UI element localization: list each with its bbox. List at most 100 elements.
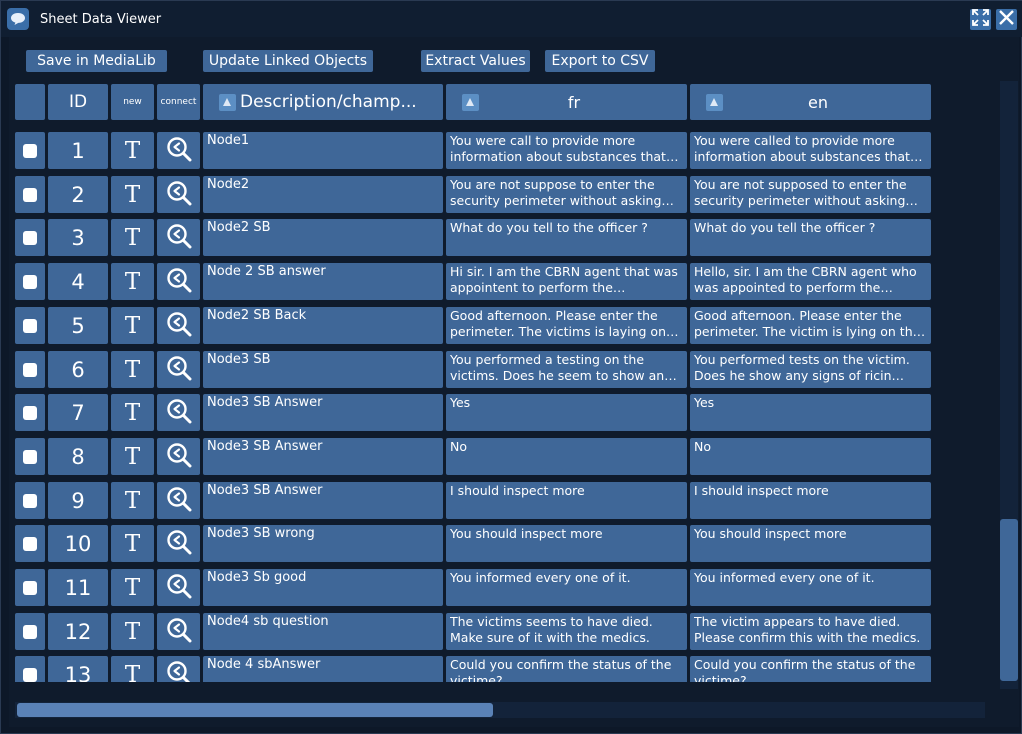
- checkbox-icon[interactable]: [23, 405, 37, 420]
- text-type-button[interactable]: T: [111, 394, 154, 431]
- text-type-button[interactable]: T: [111, 438, 154, 475]
- row-select-checkbox[interactable]: [15, 394, 45, 431]
- connect-button[interactable]: [157, 394, 200, 431]
- description-cell[interactable]: Node2 SB Back: [203, 307, 443, 344]
- export-to-csv-button[interactable]: Export to CSV: [545, 50, 655, 72]
- description-cell[interactable]: Node3 Sb good: [203, 569, 443, 606]
- sort-up-icon[interactable]: [219, 93, 236, 111]
- description-cell[interactable]: Node2: [203, 176, 443, 213]
- text-type-button[interactable]: T: [111, 263, 154, 300]
- row-select-checkbox[interactable]: [15, 613, 45, 650]
- checkbox-icon[interactable]: [23, 580, 37, 595]
- connect-button[interactable]: [157, 569, 200, 606]
- header-en[interactable]: en: [690, 84, 931, 120]
- checkbox-icon[interactable]: [23, 624, 37, 639]
- connect-button[interactable]: [157, 219, 200, 256]
- connect-button[interactable]: [157, 307, 200, 344]
- row-select-checkbox[interactable]: [15, 219, 45, 256]
- connect-button[interactable]: [157, 132, 200, 169]
- fr-cell[interactable]: No: [446, 438, 687, 475]
- fr-cell[interactable]: You were call to provide more informatio…: [446, 132, 687, 169]
- checkbox-icon[interactable]: [23, 493, 37, 508]
- maximize-button[interactable]: [970, 9, 991, 30]
- fr-cell[interactable]: You informed every one of it.: [446, 569, 687, 606]
- en-cell[interactable]: I should inspect more: [690, 482, 931, 519]
- connect-button[interactable]: [157, 263, 200, 300]
- connect-button[interactable]: [157, 482, 200, 519]
- connect-button[interactable]: [157, 176, 200, 213]
- text-type-button[interactable]: T: [111, 569, 154, 606]
- text-type-button[interactable]: T: [111, 613, 154, 650]
- row-select-checkbox[interactable]: [15, 176, 45, 213]
- fr-cell[interactable]: You should inspect more: [446, 525, 687, 562]
- en-cell[interactable]: Hello, sir. I am the CBRN agent who was …: [690, 263, 931, 300]
- fr-cell[interactable]: Hi sir. I am the CBRN agent that was app…: [446, 263, 687, 300]
- checkbox-icon[interactable]: [23, 667, 37, 682]
- close-button[interactable]: [996, 9, 1017, 30]
- fr-cell[interactable]: I should inspect more: [446, 482, 687, 519]
- en-cell[interactable]: You are not supposed to enter the securi…: [690, 176, 931, 213]
- en-cell[interactable]: Could you confirm the status of the vict…: [690, 656, 931, 682]
- en-cell[interactable]: The victim appears to have died. Please …: [690, 613, 931, 650]
- description-cell[interactable]: Node4 sb question: [203, 613, 443, 650]
- header-fr[interactable]: fr: [446, 84, 687, 120]
- sort-up-icon[interactable]: [706, 93, 723, 111]
- en-cell[interactable]: You informed every one of it.: [690, 569, 931, 606]
- checkbox-icon[interactable]: [23, 449, 37, 464]
- en-cell[interactable]: Good afternoon. Please enter the perimet…: [690, 307, 931, 344]
- en-cell[interactable]: You should inspect more: [690, 525, 931, 562]
- description-cell[interactable]: Node1: [203, 132, 443, 169]
- vertical-scroll-thumb[interactable]: [1000, 519, 1018, 681]
- checkbox-icon[interactable]: [23, 362, 37, 377]
- description-cell[interactable]: Node3 SB Answer: [203, 482, 443, 519]
- checkbox-icon[interactable]: [23, 274, 37, 289]
- sort-up-icon[interactable]: [462, 93, 479, 111]
- row-select-checkbox[interactable]: [15, 307, 45, 344]
- text-type-button[interactable]: T: [111, 525, 154, 562]
- description-cell[interactable]: Node2 SB: [203, 219, 443, 256]
- row-select-checkbox[interactable]: [15, 525, 45, 562]
- checkbox-icon[interactable]: [23, 230, 37, 245]
- horizontal-scrollbar[interactable]: [15, 702, 985, 718]
- header-id[interactable]: ID: [48, 84, 108, 120]
- description-cell[interactable]: Node3 SB wrong: [203, 525, 443, 562]
- extract-values-button[interactable]: Extract Values: [421, 50, 530, 72]
- en-cell[interactable]: What do you tell the officer ?: [690, 219, 931, 256]
- en-cell[interactable]: You were called to provide more informat…: [690, 132, 931, 169]
- en-cell[interactable]: You performed tests on the victim. Does …: [690, 351, 931, 388]
- save-in-medialib-button[interactable]: Save in MediaLib: [26, 50, 167, 72]
- update-linked-objects-button[interactable]: Update Linked Objects: [203, 50, 373, 72]
- row-select-checkbox[interactable]: [15, 656, 45, 682]
- description-cell[interactable]: Node3 SB: [203, 351, 443, 388]
- text-type-button[interactable]: T: [111, 219, 154, 256]
- fr-cell[interactable]: What do you tell to the officer ?: [446, 219, 687, 256]
- title-bar[interactable]: Sheet Data Viewer: [1, 1, 1022, 37]
- row-select-checkbox[interactable]: [15, 132, 45, 169]
- connect-button[interactable]: [157, 438, 200, 475]
- row-select-checkbox[interactable]: [15, 438, 45, 475]
- en-cell[interactable]: No: [690, 438, 931, 475]
- text-type-button[interactable]: T: [111, 656, 154, 682]
- description-cell[interactable]: Node 2 SB answer: [203, 263, 443, 300]
- text-type-button[interactable]: T: [111, 482, 154, 519]
- en-cell[interactable]: Yes: [690, 394, 931, 431]
- fr-cell[interactable]: Good afternoon. Please enter the perimet…: [446, 307, 687, 344]
- checkbox-icon[interactable]: [23, 187, 37, 202]
- connect-button[interactable]: [157, 525, 200, 562]
- row-select-checkbox[interactable]: [15, 482, 45, 519]
- connect-button[interactable]: [157, 351, 200, 388]
- description-cell[interactable]: Node3 SB Answer: [203, 394, 443, 431]
- text-type-button[interactable]: T: [111, 307, 154, 344]
- fr-cell[interactable]: You performed a testing on the victims. …: [446, 351, 687, 388]
- vertical-scrollbar[interactable]: [1000, 81, 1018, 689]
- connect-button[interactable]: [157, 613, 200, 650]
- description-cell[interactable]: Node3 SB Answer: [203, 438, 443, 475]
- text-type-button[interactable]: T: [111, 351, 154, 388]
- row-select-checkbox[interactable]: [15, 263, 45, 300]
- header-description[interactable]: Description/champ...: [203, 84, 443, 120]
- row-select-checkbox[interactable]: [15, 569, 45, 606]
- checkbox-icon[interactable]: [23, 143, 37, 158]
- fr-cell[interactable]: The victims seems to have died. Make sur…: [446, 613, 687, 650]
- connect-button[interactable]: [157, 656, 200, 682]
- text-type-button[interactable]: T: [111, 132, 154, 169]
